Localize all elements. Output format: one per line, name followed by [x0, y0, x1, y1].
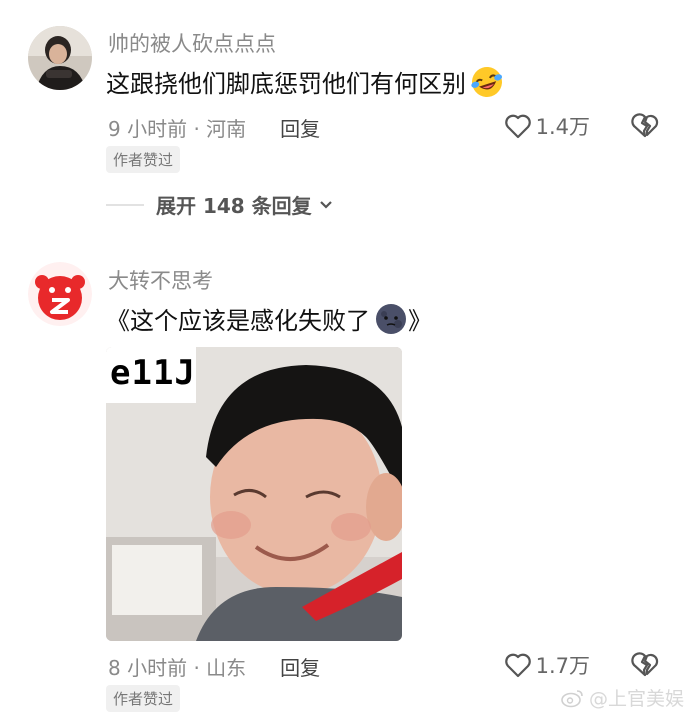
like-button[interactable]: 1.7万 — [504, 650, 590, 680]
like-count: 1.4万 — [535, 115, 590, 139]
like-count: 1.7万 — [535, 654, 590, 678]
comment-text-end: 》 — [408, 307, 432, 335]
watermark-text: @上官美娱 — [588, 688, 684, 710]
time-location: 9 小时前 · 河南 — [108, 117, 247, 141]
expand-replies-label: 展开 148 条回复 — [156, 194, 312, 218]
divider-line — [106, 203, 144, 206]
broken-heart-icon — [631, 113, 659, 138]
like-button[interactable]: 1.4万 — [504, 111, 590, 141]
image-caption: e11J — [110, 353, 196, 393]
chevron-down-icon — [319, 200, 332, 209]
reply-button[interactable]: 回复 — [280, 113, 320, 142]
avatar[interactable] — [28, 262, 92, 326]
broken-heart-icon — [631, 652, 659, 677]
heart-icon — [504, 653, 531, 678]
comment-text: 这跟挠他们脚底惩罚他们有何区别 — [106, 64, 504, 99]
avatar[interactable] — [28, 26, 92, 90]
author-liked-badge: 作者赞过 — [106, 146, 181, 173]
time-location: 8 小时前 · 山东 — [108, 656, 247, 680]
author-liked-badge: 作者赞过 — [106, 685, 181, 712]
dislike-button[interactable] — [630, 112, 660, 142]
comment-text-body: 《这个应该是感化失败了 — [106, 307, 370, 335]
dislike-button[interactable] — [630, 651, 660, 681]
comment-meta: 9 小时前 · 河南 回复 — [108, 113, 320, 142]
reply-button[interactable]: 回复 — [280, 652, 320, 681]
comment-image[interactable]: e11J — [106, 347, 402, 641]
weibo-icon — [561, 689, 583, 707]
username[interactable]: 帅的被人砍点点点 — [108, 28, 276, 58]
dark-moon-emoji-icon — [374, 302, 408, 336]
heart-icon — [504, 114, 531, 139]
laugh-cry-emoji-icon — [470, 65, 504, 99]
expand-replies-button[interactable]: 展开 148 条回复 — [106, 190, 334, 219]
comment-text-body: 这跟挠他们脚底惩罚他们有何区别 — [106, 70, 466, 98]
watermark: @上官美娱 — [561, 684, 684, 711]
comment-text: 《这个应该是感化失败了 》 — [106, 301, 432, 336]
comment-meta: 8 小时前 · 山东 回复 — [108, 652, 320, 681]
username[interactable]: 大转不思考 — [108, 265, 213, 295]
